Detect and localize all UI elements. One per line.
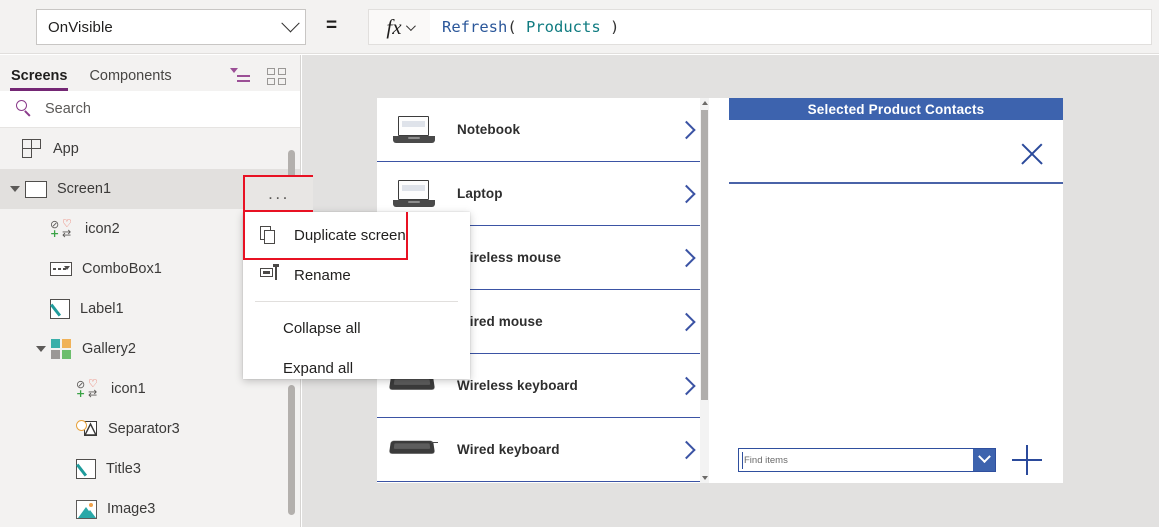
gallery-item-title: Wireless keyboard [457, 378, 578, 393]
gallery-item[interactable]: Notebook [377, 98, 709, 162]
selected-product-contacts-panel: Selected Product Contacts Find items [718, 98, 1063, 483]
gallery-item-title: Laptop [457, 186, 503, 201]
menu-separator [255, 301, 458, 302]
tree-item-label: Screen1 [57, 181, 112, 197]
app-screen-preview: Notebook Laptop Wireless mouse Wired mou… [377, 98, 1063, 483]
tree-item-image3[interactable]: Image3 [0, 489, 300, 527]
menu-item-label: Duplicate screen [294, 226, 406, 244]
chevron-right-icon[interactable] [677, 120, 696, 139]
menu-item-label: Collapse all [283, 319, 361, 337]
fx-button[interactable]: fx [368, 9, 430, 45]
tree-item-label: Title3 [106, 461, 141, 477]
chevron-right-icon[interactable] [677, 440, 696, 459]
gallery-scrollbar[interactable] [700, 98, 709, 483]
property-select-value: OnVisible [48, 18, 113, 36]
gallery-item-title: Notebook [457, 122, 521, 137]
image-icon [76, 499, 97, 519]
menu-item-collapse-all[interactable]: Collapse all [243, 308, 470, 348]
formula-token-punct-close: ) [600, 18, 620, 36]
tree-item-app[interactable]: App [0, 129, 300, 169]
tree-item-label: icon2 [85, 221, 120, 237]
close-icon[interactable] [1018, 140, 1046, 168]
app-icon [22, 139, 43, 159]
sidebar-scrollbar-thumb-lower[interactable] [288, 385, 295, 515]
combobox-icon [50, 262, 72, 276]
tab-components-label: Components [89, 68, 172, 84]
chevron-down-icon [977, 450, 991, 464]
tree-item-label: App [53, 141, 79, 157]
tab-screens-label: Screens [11, 68, 68, 84]
chevron-down-icon [281, 13, 300, 32]
equals-sign: = [326, 15, 338, 36]
search-placeholder: Search [45, 101, 91, 117]
formula-input[interactable]: Refresh( Products ) [430, 9, 1152, 45]
menu-item-expand-all[interactable]: Expand all [243, 348, 470, 388]
duplicate-icon [260, 225, 282, 245]
fx-icon: fx [386, 14, 402, 39]
rename-icon [260, 263, 282, 285]
property-select[interactable]: OnVisible [36, 9, 306, 45]
label-icon [76, 459, 96, 479]
formula-token-punct-open: ( [507, 18, 526, 36]
chevron-down-icon [405, 20, 416, 31]
menu-item-label: Rename [294, 266, 351, 284]
label-icon [50, 299, 70, 319]
add-icon[interactable] [1012, 445, 1042, 475]
find-items-placeholder: Find items [744, 454, 788, 466]
gallery-item-title: Wireless mouse [457, 250, 562, 265]
gallery-item-title: Wired keyboard [457, 442, 560, 457]
tab-screens[interactable]: Screens [0, 68, 78, 91]
tree-item-label: Separator3 [108, 421, 180, 437]
chevron-right-icon[interactable] [677, 376, 696, 395]
chevron-right-icon[interactable] [677, 312, 696, 331]
laptop-thumb-icon [387, 173, 441, 215]
find-items-combobox[interactable]: Find items [738, 448, 996, 472]
laptop-thumb-icon [387, 109, 441, 151]
tree-item-separator3[interactable]: Separator3 [0, 409, 300, 449]
menu-item-label: Expand all [283, 359, 354, 377]
chevron-right-icon[interactable] [677, 184, 696, 203]
screen-icon [25, 180, 47, 198]
menu-item-rename[interactable]: Rename [243, 255, 470, 295]
keyboard-thumb-icon [387, 429, 441, 471]
formula-bar: OnVisible = fx Refresh( Products ) [0, 0, 1159, 54]
thumbnail-view-icon[interactable] [267, 68, 286, 85]
icon-control-icon: ⊘ ♡ + ⇄ [76, 376, 98, 400]
gallery-scrollbar-thumb[interactable] [701, 110, 708, 400]
tree-item-label: Gallery2 [82, 341, 136, 357]
text-caret [742, 452, 743, 469]
gallery-icon [51, 339, 72, 359]
tree-item-label: Image3 [107, 501, 156, 517]
tree-item-label: icon1 [111, 381, 146, 397]
tree-item-title3[interactable]: Title3 [0, 449, 300, 489]
separator-icon [76, 419, 98, 439]
tree-item-label: Label1 [80, 301, 124, 317]
twisty-expanded-icon[interactable] [10, 186, 20, 192]
sidebar-tabs: Screens Components [0, 55, 300, 91]
formula-token-table: Products [526, 18, 601, 36]
search-icon [14, 99, 34, 119]
icon-control-icon: ⊘ ♡ + ⇄ [50, 216, 72, 240]
gallery-item[interactable]: Wired keyboard [377, 418, 709, 482]
tree-item-label: ComboBox1 [82, 261, 162, 277]
sidebar-view-toggles [230, 68, 286, 85]
combobox-dropdown-button[interactable] [973, 449, 995, 471]
panel-title: Selected Product Contacts [729, 98, 1063, 120]
search-input[interactable]: Search [0, 91, 300, 128]
scroll-down-arrow-icon[interactable] [702, 476, 708, 480]
powerapps-studio-window: OnVisible = fx Refresh( Products ) Scree… [0, 0, 1159, 527]
tree-view-icon[interactable] [230, 68, 250, 85]
menu-item-duplicate-screen[interactable]: Duplicate screen [243, 215, 470, 255]
chevron-right-icon[interactable] [677, 248, 696, 267]
panel-contacts-list [729, 184, 1063, 442]
formula-token-function: Refresh [442, 18, 508, 36]
twisty-expanded-icon[interactable] [36, 346, 46, 352]
find-items-row: Find items [738, 445, 1056, 475]
screen-overflow-menu-button[interactable]: ... [243, 175, 313, 212]
screen-context-menu: Duplicate screen Rename Collapse all Exp… [243, 212, 470, 379]
tab-components[interactable]: Components [78, 68, 182, 91]
ellipsis-icon: ... [268, 183, 290, 203]
scroll-up-arrow-icon[interactable] [702, 101, 708, 105]
